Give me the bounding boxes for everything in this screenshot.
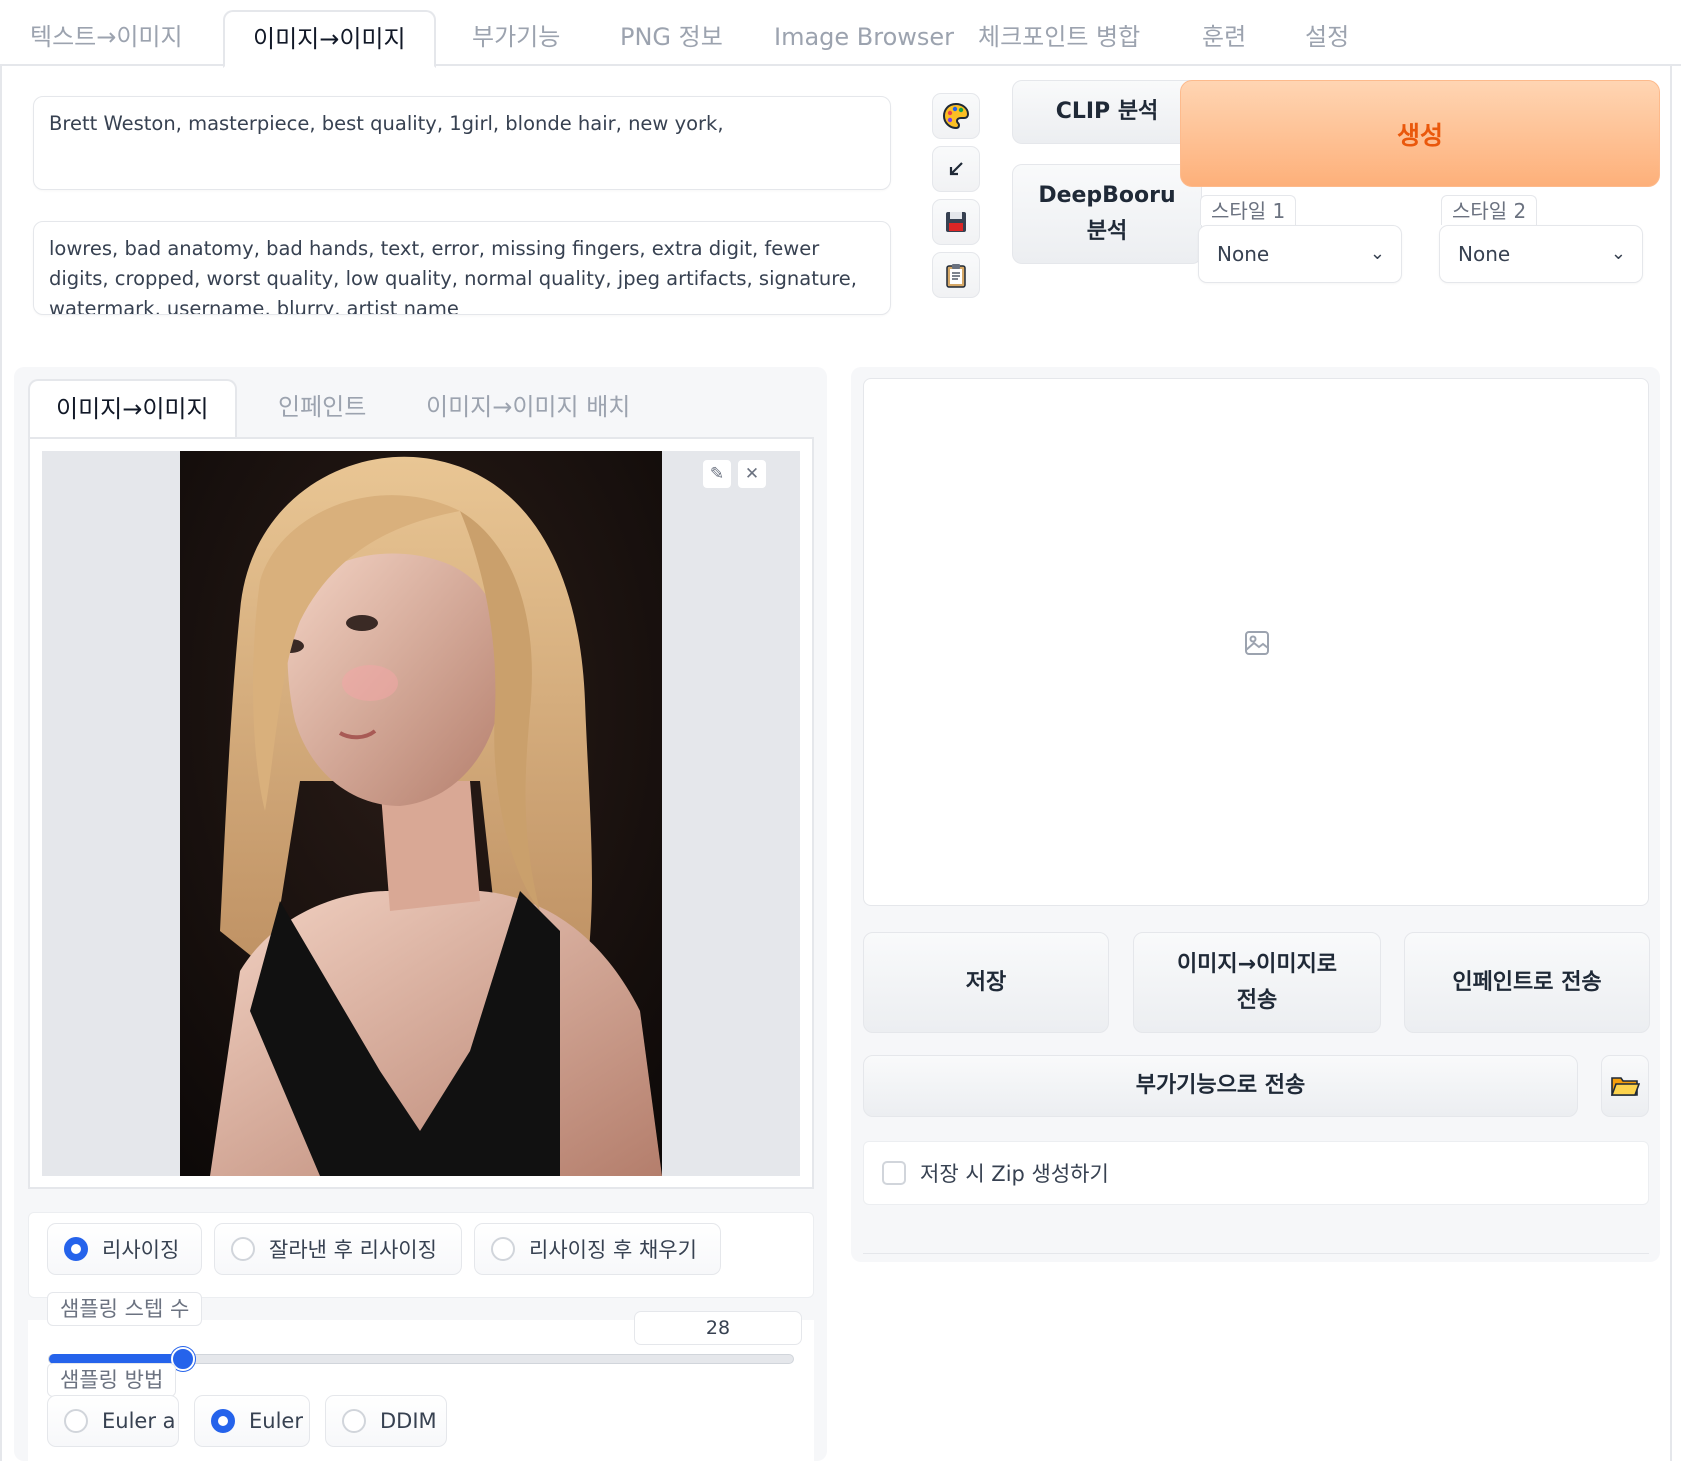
output-gallery — [863, 378, 1649, 906]
radio-resize[interactable]: 리사이징 — [47, 1223, 202, 1275]
radio-label: 리사이징 후 채우기 — [529, 1238, 697, 1262]
tab-png-info[interactable]: PNG 정보 — [592, 10, 751, 68]
clipboard-icon[interactable] — [932, 252, 980, 298]
folder-icon[interactable] — [1601, 1055, 1649, 1117]
style2-label: 스타일 2 — [1441, 195, 1538, 225]
read-params-arrow-icon[interactable] — [932, 146, 980, 192]
divider — [863, 1253, 1649, 1254]
prompt-input[interactable]: Brett Weston, masterpiece, best quality,… — [33, 96, 891, 190]
chevron-down-icon: ⌄ — [1369, 243, 1385, 264]
style2-select[interactable]: None ⌄ — [1439, 225, 1643, 283]
edit-icon[interactable]: ✎ — [702, 459, 732, 489]
radio-euler[interactable]: Euler — [194, 1395, 310, 1447]
clipboard-icon-svg — [946, 264, 966, 288]
deepbooru-label-line2: 분석 — [1086, 219, 1128, 244]
save-button[interactable]: 저장 — [863, 932, 1109, 1033]
radio-dot — [231, 1237, 255, 1261]
radio-label: Euler — [249, 1409, 303, 1433]
radio-dot-selected — [211, 1409, 235, 1433]
radio-resize-fill[interactable]: 리사이징 후 채우기 — [474, 1223, 721, 1275]
style1-select[interactable]: None ⌄ — [1198, 225, 1402, 283]
radio-label: DDIM — [380, 1409, 437, 1433]
send-to-inpaint-button[interactable]: 인페인트로 전송 — [1404, 932, 1650, 1033]
clip-interrogate-button[interactable]: CLIP 분석 — [1012, 80, 1202, 144]
style1-label: 스타일 1 — [1200, 195, 1297, 225]
tab-txt2img[interactable]: 텍스트→이미지 — [2, 10, 211, 68]
radio-dot — [342, 1409, 366, 1433]
style2-value: None — [1458, 242, 1511, 266]
radio-euler-a[interactable]: Euler a — [47, 1395, 179, 1447]
chevron-down-icon: ⌄ — [1610, 243, 1626, 264]
subtab-img2img[interactable]: 이미지→이미지 — [28, 379, 237, 439]
image-placeholder-icon — [1245, 631, 1269, 655]
top-tab-bar: 텍스트→이미지 이미지→이미지 부가기능 PNG 정보 Image Browse… — [0, 0, 1681, 68]
sampler-label: 샘플링 방법 — [47, 1363, 177, 1397]
style1-value: None — [1217, 242, 1270, 266]
send-img2img-line1: 이미지→이미지로 — [1176, 951, 1338, 977]
sampling-steps-input[interactable]: 28 — [634, 1311, 802, 1345]
radio-label: Euler a — [102, 1409, 176, 1433]
deepbooru-interrogate-button[interactable]: DeepBooru 분석 — [1012, 164, 1202, 264]
generate-button[interactable]: 생성 — [1180, 80, 1660, 187]
input-image-illustration — [180, 451, 662, 1176]
radio-crop-resize[interactable]: 잘라낸 후 리사이징 — [214, 1223, 462, 1275]
palette-icon-svg — [942, 102, 970, 130]
send-img2img-line2: 전송 — [1236, 987, 1278, 1013]
input-image — [180, 451, 662, 1176]
deepbooru-label-line1: DeepBooru — [1038, 183, 1176, 208]
radio-dot — [491, 1237, 515, 1261]
save-icon[interactable] — [932, 199, 980, 245]
tab-image-browser[interactable]: Image Browser — [746, 10, 982, 68]
tab-img2img[interactable]: 이미지→이미지 — [223, 10, 436, 68]
tab-train[interactable]: 훈련 — [1174, 10, 1274, 68]
radio-dot — [64, 1409, 88, 1433]
zip-checkbox[interactable] — [882, 1161, 906, 1185]
radio-dot-selected — [64, 1237, 88, 1261]
subtab-batch[interactable]: 이미지→이미지 배치 — [400, 379, 656, 439]
send-to-extras-button[interactable]: 부가기능으로 전송 — [863, 1055, 1578, 1117]
radio-ddim[interactable]: DDIM — [325, 1395, 447, 1447]
zip-option-row[interactable]: 저장 시 Zip 생성하기 — [863, 1141, 1649, 1205]
subtab-inpaint[interactable]: 인페인트 — [252, 379, 392, 439]
floppy-icon-svg — [946, 212, 966, 232]
tab-settings[interactable]: 설정 — [1277, 10, 1377, 68]
sampling-steps-label: 샘플링 스텝 수 — [47, 1292, 203, 1326]
tab-extras[interactable]: 부가기능 — [444, 10, 588, 68]
zip-label: 저장 시 Zip 생성하기 — [920, 1162, 1109, 1186]
negative-prompt-input[interactable]: lowres, bad anatomy, bad hands, text, er… — [33, 221, 891, 315]
palette-icon[interactable] — [932, 93, 980, 139]
close-icon[interactable]: ✕ — [737, 459, 767, 489]
tab-checkpoint-merge[interactable]: 체크포인트 병합 — [950, 10, 1168, 68]
folder-icon-svg — [1610, 1077, 1640, 1096]
radio-label: 잘라낸 후 리사이징 — [269, 1238, 437, 1262]
arrow-icon-svg — [949, 162, 963, 176]
radio-label: 리사이징 — [102, 1238, 180, 1262]
send-to-img2img-button[interactable]: 이미지→이미지로 전송 — [1133, 932, 1381, 1033]
